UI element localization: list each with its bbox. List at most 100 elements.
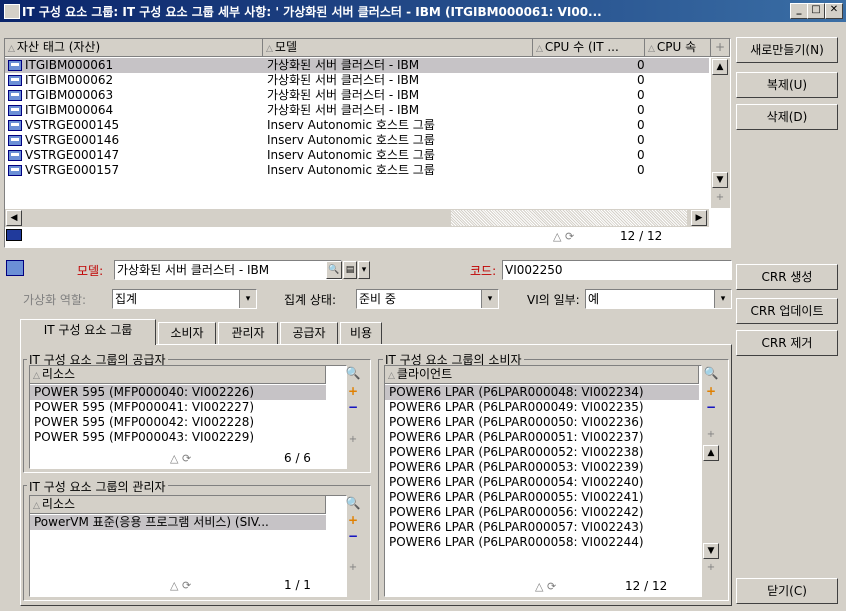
remove-icon[interactable]: − [345, 399, 361, 415]
tab-suppliers[interactable]: 공급자 [280, 322, 338, 344]
list-item[interactable]: POWER6 LPAR (P6LPAR000057: VI002243) [385, 520, 699, 535]
server-icon [8, 135, 22, 146]
scroll-right-icon[interactable]: ▶ [691, 210, 707, 226]
asset-tag-cell: VSTRGE000146 [25, 133, 120, 147]
list-item[interactable]: POWER6 LPAR (P6LPAR000049: VI002235) [385, 400, 699, 415]
virtualization-role-select[interactable]: 집계 ▾ [112, 289, 257, 309]
managers-list[interactable]: △ 리소스 PowerVM 표준(응용 프로그램 서비스) (SIV... △ ⟳… [29, 495, 347, 597]
minimize-button[interactable]: _ [790, 3, 808, 19]
model-cell: 가상화된 서버 클러스터 - IBM [267, 103, 420, 117]
small-plus-icon[interactable]: + [703, 427, 719, 443]
horizontal-scrollbar[interactable]: ◀ ▶ [5, 209, 709, 227]
aggregation-status-select[interactable]: 준비 중 ▾ [356, 289, 499, 309]
list-item[interactable]: PowerVM 표준(응용 프로그램 서비스) (SIV... [30, 515, 326, 530]
code-field[interactable]: VI002250 [502, 260, 732, 280]
asset-tag-cell: ITGIBM000062 [25, 73, 114, 87]
model-dropdown-icon[interactable]: ▾ [358, 261, 370, 279]
suppliers-list[interactable]: △ 리소스 POWER 595 (MFP000040: VI002226) POWE… [29, 365, 347, 469]
table-row[interactable]: VSTRGE000145 Inserv Autonomic 호스트 그룹 0 [5, 118, 709, 133]
scroll-down-icon[interactable]: ▼ [703, 543, 719, 559]
search-icon[interactable]: 🔍 [345, 365, 361, 381]
add-column-icon[interactable]: + [711, 39, 730, 57]
copy-button[interactable]: 복제(U) [736, 72, 838, 98]
table-row[interactable]: ITGIBM000064 가상화된 서버 클러스터 - IBM 0 [5, 103, 709, 118]
search-icon[interactable]: 🔍 [703, 365, 719, 381]
small-plus-icon[interactable]: + [345, 432, 361, 448]
close-window-button[interactable]: ✕ [825, 3, 843, 19]
table-row[interactable]: ITGIBM000063 가상화된 서버 클러스터 - IBM 0 [5, 88, 709, 103]
sort-icon: △ ⟳ [170, 579, 192, 592]
close-button[interactable]: 닫기(C) [736, 578, 838, 604]
chevron-down-icon[interactable]: ▾ [481, 290, 498, 308]
list-item[interactable]: POWER 595 (MFP000042: VI002228) [30, 415, 326, 430]
add-icon[interactable]: + [703, 383, 719, 399]
list-item[interactable]: POWER 595 (MFP000041: VI002227) [30, 400, 326, 415]
managers-group-title: IT 구성 요소 그룹의 관리자 [27, 478, 168, 495]
table-row[interactable]: VSTRGE000147 Inserv Autonomic 호스트 그룹 0 [5, 148, 709, 163]
column-header-client[interactable]: △ 클라이언트 [385, 366, 699, 384]
maximize-button[interactable]: □ [807, 3, 825, 19]
crr-update-button[interactable]: CRR 업데이트 [736, 298, 838, 324]
remove-icon[interactable]: − [703, 399, 719, 415]
tab-it-component-group[interactable]: IT 구성 요소 그룹 [20, 319, 156, 345]
column-header-resource[interactable]: △ 리소스 [30, 366, 326, 384]
list-item[interactable]: POWER6 LPAR (P6LPAR000054: VI002240) [385, 475, 699, 490]
list-item[interactable]: POWER 595 (MFP000040: VI002226) [30, 385, 326, 400]
table-row[interactable]: VSTRGE000157 Inserv Autonomic 호스트 그룹 0 [5, 163, 709, 178]
list-item[interactable]: POWER6 LPAR (P6LPAR000058: VI002244) [385, 535, 699, 550]
table-row[interactable]: VSTRGE000146 Inserv Autonomic 호스트 그룹 0 [5, 133, 709, 148]
scroll-left-icon[interactable]: ◀ [6, 210, 22, 226]
asset-list[interactable]: △ 자산 태그 (자산) △ 모델 △ CPU 수 (IT ... △ CPU 속 + … [4, 38, 731, 248]
column-header-asset-tag[interactable]: △ 자산 태그 (자산) [5, 39, 263, 57]
chevron-down-icon[interactable]: ▾ [714, 290, 731, 308]
sort-icon: △ ⟳ [170, 452, 192, 465]
model-field[interactable]: 가상화된 서버 클러스터 - IBM [114, 260, 342, 280]
cpu-count-cell: 0 [637, 133, 645, 147]
small-plus-icon[interactable]: + [345, 560, 361, 576]
list-item[interactable]: POWER6 LPAR (P6LPAR000048: VI002234) [385, 385, 699, 400]
model-detail-icon[interactable]: ▤ [343, 261, 357, 279]
table-row[interactable]: ITGIBM000061 가상화된 서버 클러스터 - IBM 0 [5, 58, 709, 73]
scroll-add-icon[interactable]: + [714, 192, 726, 204]
add-icon[interactable]: + [345, 512, 361, 528]
table-row[interactable]: ITGIBM000062 가상화된 서버 클러스터 - IBM 0 [5, 73, 709, 88]
column-header-model[interactable]: △ 모델 [263, 39, 533, 57]
list-item[interactable]: POWER6 LPAR (P6LPAR000053: VI002239) [385, 460, 699, 475]
tab-consumers[interactable]: 소비자 [158, 322, 216, 344]
small-plus-icon[interactable]: + [703, 560, 719, 576]
list-item[interactable]: POWER6 LPAR (P6LPAR000056: VI002242) [385, 505, 699, 520]
new-button[interactable]: 새로만들기(N) [736, 37, 838, 63]
chevron-down-icon[interactable]: ▾ [239, 290, 256, 308]
code-label: 코드: [470, 264, 497, 278]
vi-part-select[interactable]: 예 ▾ [585, 289, 732, 309]
list-item[interactable]: POWER6 LPAR (P6LPAR000052: VI002238) [385, 445, 699, 460]
vertical-scrollbar[interactable]: ▲ ▼ + [711, 58, 730, 208]
list-item[interactable]: POWER6 LPAR (P6LPAR000051: VI002237) [385, 430, 699, 445]
list-item[interactable]: POWER 595 (MFP000043: VI002229) [30, 430, 326, 445]
crr-create-button[interactable]: CRR 생성 [736, 264, 838, 290]
tab-managers[interactable]: 관리자 [218, 322, 278, 344]
list-item[interactable]: POWER6 LPAR (P6LPAR000055: VI002241) [385, 490, 699, 505]
tab-cost[interactable]: 비용 [340, 322, 382, 344]
list-view-icon[interactable] [6, 229, 22, 241]
consumers-list[interactable]: △ 클라이언트 POWER6 LPAR (P6LPAR000048: VI0022… [384, 365, 702, 597]
scroll-up-icon[interactable]: ▲ [703, 445, 719, 461]
cpu-count-cell: 0 [637, 73, 645, 87]
server-icon [8, 75, 22, 86]
column-header-cpu-count[interactable]: △ CPU 수 (IT ... [533, 39, 645, 57]
server-icon [8, 120, 22, 131]
scroll-track[interactable] [451, 210, 687, 226]
scroll-up-icon[interactable]: ▲ [712, 59, 728, 75]
scroll-down-icon[interactable]: ▼ [712, 172, 728, 188]
column-header-cpu-speed[interactable]: △ CPU 속 [645, 39, 711, 57]
crr-remove-button[interactable]: CRR 제거 [736, 330, 838, 356]
search-icon[interactable]: 🔍 [345, 495, 361, 511]
vi-part-label: VI의 일부: [527, 293, 580, 307]
list-item[interactable]: POWER6 LPAR (P6LPAR000050: VI002236) [385, 415, 699, 430]
column-header-resource[interactable]: △ 리소스 [30, 496, 326, 514]
asset-tag-cell: ITGIBM000063 [25, 88, 114, 102]
add-icon[interactable]: + [345, 383, 361, 399]
model-search-icon[interactable]: 🔍 [326, 261, 342, 279]
delete-button[interactable]: 삭제(D) [736, 104, 838, 130]
remove-icon[interactable]: − [345, 528, 361, 544]
